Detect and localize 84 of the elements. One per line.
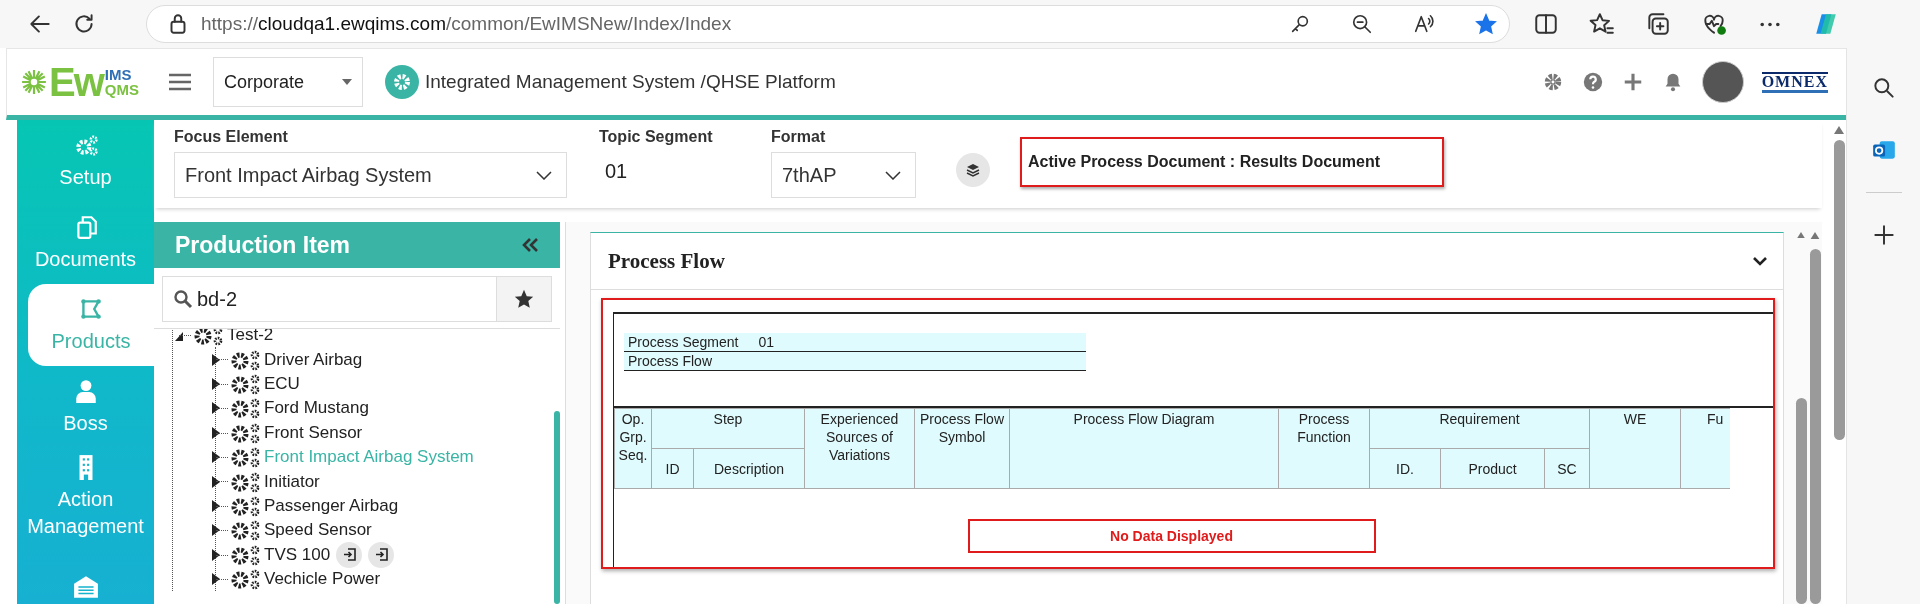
column-header: Requirement <box>1369 408 1590 449</box>
tree-item[interactable]: Test-2 <box>225 329 274 346</box>
active-document-label: Active Process Document : Results Document <box>1020 137 1444 187</box>
scrollbar[interactable] <box>1794 232 1808 604</box>
tree-item[interactable]: Initiator <box>262 471 320 492</box>
action-button[interactable] <box>368 541 395 568</box>
column-header: ID. <box>1369 448 1441 489</box>
section-title: Process Flow <box>608 248 725 274</box>
column-header: SC <box>1544 448 1590 489</box>
tree-item[interactable]: ECU <box>262 373 300 394</box>
column-header: Experienced Sources of Variations <box>804 408 915 489</box>
scroll-up-icon <box>1834 126 1844 134</box>
collapsed-arrow-icon[interactable] <box>212 524 220 537</box>
search-field[interactable]: bd-2 <box>162 276 496 322</box>
focus-element-dropdown[interactable]: Front Impact Airbag System <box>174 152 567 198</box>
scrollbar[interactable] <box>1808 232 1822 604</box>
tree-item[interactable]: Speed Sensor <box>262 520 372 541</box>
tree-item[interactable]: TVS 100 <box>262 544 331 565</box>
column-header: Step <box>651 408 805 449</box>
company-logo: OMNEX <box>1761 71 1828 93</box>
action-button[interactable] <box>336 541 363 568</box>
user-avatar[interactable] <box>1701 61 1744 103</box>
field-value: 01 <box>604 160 629 183</box>
column-header: Process Flow Symbol <box>914 408 1010 489</box>
collections-icon <box>1645 11 1671 37</box>
collapsed-arrow-icon[interactable] <box>212 573 220 586</box>
read-aloud-icon[interactable] <box>1413 13 1435 35</box>
segment-row: Process Flow <box>624 352 1086 371</box>
favorites-button[interactable] <box>496 276 552 322</box>
copilot-icon <box>1813 11 1839 37</box>
menu-icon[interactable] <box>168 73 191 91</box>
gear-icon <box>384 65 419 99</box>
tree-item[interactable]: Passenger Airbag <box>262 495 399 516</box>
field-label: Focus Element <box>174 127 289 147</box>
collapse-icon[interactable] <box>522 238 538 252</box>
layers-button[interactable] <box>956 153 990 187</box>
collapsed-arrow-icon[interactable] <box>212 353 220 366</box>
panel-header: Production Item <box>154 222 560 268</box>
empty-message: No Data Displayed <box>967 519 1376 553</box>
column-header: ID <box>651 448 694 489</box>
column-header: WE <box>1589 408 1681 489</box>
import-icon <box>342 548 356 562</box>
chevron-down-icon <box>885 170 901 180</box>
tree-item[interactable]: Front Sensor <box>262 422 363 443</box>
split-screen-icon <box>1533 11 1559 37</box>
warehouse-icon <box>72 574 99 600</box>
collapsed-arrow-icon[interactable] <box>212 402 220 415</box>
collapsed-arrow-icon[interactable] <box>212 426 220 439</box>
page-title: Integrated Management System /QHSE Platform <box>424 71 836 93</box>
column-header: Product <box>1440 448 1545 489</box>
collapsed-arrow-icon[interactable] <box>212 499 220 512</box>
import-icon <box>374 548 388 562</box>
tree-item[interactable]: Driver Airbag <box>262 349 363 370</box>
collapsed-arrow-icon[interactable] <box>212 475 220 488</box>
more-icon <box>1760 21 1780 27</box>
zoom-out-icon[interactable] <box>1351 13 1373 35</box>
collapsed-arrow-icon[interactable] <box>212 377 220 390</box>
star-icon <box>513 288 535 310</box>
layers-icon <box>966 163 980 177</box>
key-icon[interactable] <box>1289 13 1311 35</box>
address-bar[interactable]: https://cloudqa1.ewqims.com/common/EwIMSNew/Index/Index <box>146 5 1510 43</box>
help-icon[interactable] <box>1581 71 1604 93</box>
field-label: Format <box>771 127 827 147</box>
collapsed-arrow-icon[interactable] <box>212 451 220 464</box>
column-header: Fu <box>1680 408 1730 489</box>
field-label: Topic Segment <box>599 127 714 147</box>
url-text: https://cloudqa1.ewqims.com/common/EwIMSNew/Index/Index <box>201 13 733 35</box>
column-header: Op. Grp. Seq. <box>614 408 652 489</box>
column-header: Process Function <box>1278 408 1370 489</box>
collapsed-arrow-icon[interactable] <box>212 548 220 561</box>
starburst-icon <box>21 69 47 95</box>
scrollbar[interactable] <box>554 411 560 604</box>
site-dropdown[interactable]: Corporate <box>212 57 363 107</box>
tree-item[interactable]: Vechicle Power <box>262 569 381 590</box>
star-icon[interactable] <box>1475 13 1497 35</box>
column-header: Description <box>693 448 805 489</box>
format-dropdown[interactable]: 7thAP <box>771 152 916 198</box>
search-icon <box>173 289 193 309</box>
chevron-down-icon <box>536 170 552 180</box>
segment-row: Process Segment 01 <box>624 333 1086 352</box>
column-header: Process Flow Diagram <box>1009 408 1279 489</box>
favorites-icon <box>1589 11 1615 37</box>
tree-item[interactable]: Ford Mustang <box>262 398 369 419</box>
caret-icon <box>341 79 352 85</box>
